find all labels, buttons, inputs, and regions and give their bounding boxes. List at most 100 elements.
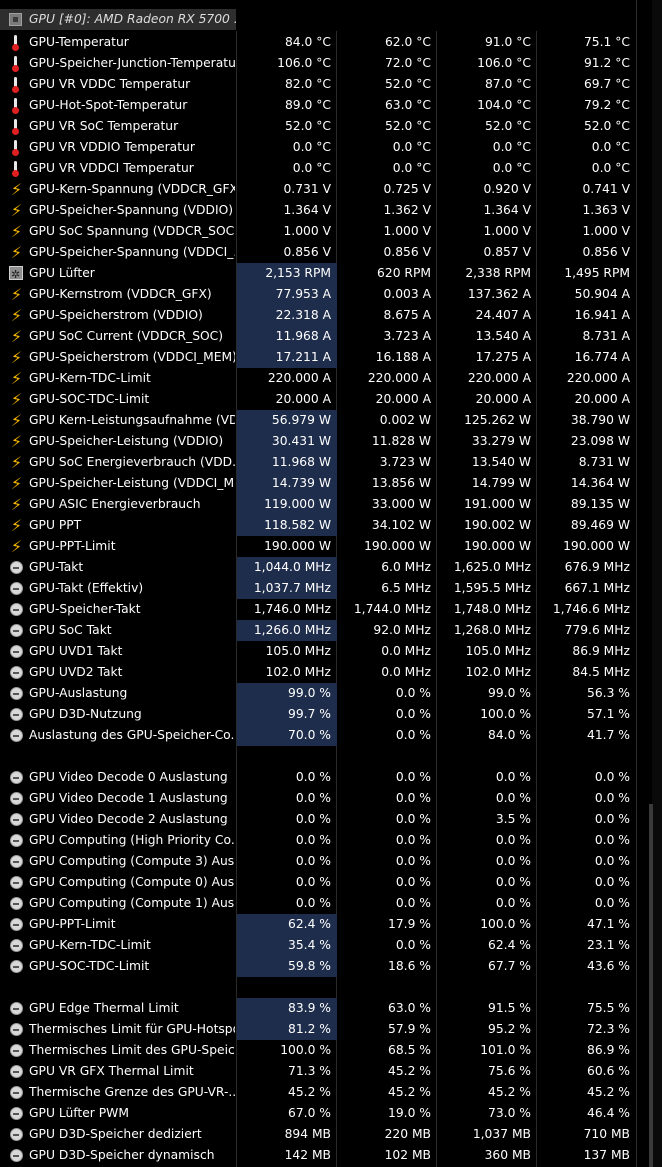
sensor-row[interactable]: ⚡ GPU-PPT-Limit 190.000 W 190.000 W 190.000 … <box>0 536 636 557</box>
sensor-row[interactable]: GPU-Speicher-Junction-Temperatur 106.0 °C… <box>0 53 636 74</box>
lightning-bolt-icon: ⚡ <box>10 495 23 514</box>
sensor-row[interactable]: ⚡ GPU SoC Current (VDDCR_SOC) 11.968 A 3.72… <box>0 326 636 347</box>
minimum-value: 0.0 MHz <box>381 665 431 679</box>
maximum-value: 62.4 % <box>488 938 531 952</box>
sensor-row[interactable]: GPU UVD2 Takt 102.0 MHz 0.0 MHz 102.0 MHz 84… <box>0 662 636 683</box>
sensor-name-cell: ⚡ GPU SoC Energieverbrauch (VDD... <box>0 452 237 473</box>
sensor-name-cell: ⚡ GPU-Speicherstrom (VDDIO) <box>0 305 237 326</box>
sensor-row[interactable]: ⚡ GPU-Speicherstrom (VDDIO) 22.318 A 8.675 … <box>0 305 636 326</box>
gpu-group-title[interactable]: GPU [#0]: AMD Radeon RX 5700 ... <box>0 9 236 30</box>
minimum-value: 52.0 °C <box>384 77 431 91</box>
minimum-value: 0.0 % <box>395 833 431 847</box>
sensor-row[interactable]: GPU-Hot-Spot-Temperatur 89.0 °C 63.0 °C 104… <box>0 95 636 116</box>
sensor-name-cell: GPU-Speicher-Junction-Temperatur <box>0 53 237 74</box>
sensor-row[interactable]: GPU Lüfter PWM 67.0 % 19.0 % 73.0 % 46.4 % <box>0 1103 636 1124</box>
current-value: 0.0 % <box>295 770 331 784</box>
maximum-value-cell: 0.0 % <box>437 851 537 872</box>
maximum-value: 191.000 W <box>464 497 531 511</box>
fan-icon <box>9 264 23 284</box>
clock-icon <box>10 1002 23 1015</box>
sensor-row[interactable]: ⚡ GPU ASIC Energieverbrauch 119.000 W 33.00… <box>0 494 636 515</box>
maximum-value-cell: 104.0 °C <box>437 95 537 116</box>
minimum-value-cell: 0.0 % <box>337 683 437 704</box>
average-value: 8.731 W <box>578 455 630 469</box>
sensor-row[interactable]: ⚡ GPU Kern-Leistungsaufnahme (VD... 56.979… <box>0 410 636 431</box>
sensor-row[interactable]: GPU Video Decode 1 Auslastung 0.0 % 0.0 % 0… <box>0 788 636 809</box>
sensor-row[interactable]: GPU VR VDDIO Temperatur 0.0 °C 0.0 °C 0.0 °… <box>0 137 636 158</box>
sensor-row[interactable]: ⚡ GPU-Kern-TDC-Limit 220.000 A 220.000 A 220… <box>0 368 636 389</box>
minimum-value-cell: 0.0 % <box>337 725 437 746</box>
sensor-label: Auslastung des GPU-Speicher-Co... <box>29 728 235 742</box>
current-value-cell: 99.0 % <box>237 683 337 704</box>
minimum-value-cell: 0.0 % <box>337 809 437 830</box>
sensor-row[interactable]: GPU VR VDDCI Temperatur 0.0 °C 0.0 °C 0.0 °… <box>0 158 636 179</box>
sensor-row[interactable]: GPU-Auslastung 99.0 % 0.0 % 99.0 % 56.3 % <box>0 683 636 704</box>
gpu-group-header[interactable]: GPU [#0]: AMD Radeon RX 5700 ... <box>0 0 636 31</box>
maximum-value-cell: 95.2 % <box>437 1019 537 1040</box>
sensor-row[interactable]: GPU-Temperatur 84.0 °C 62.0 °C 91.0 °C 75.1 … <box>0 32 636 53</box>
sensor-row[interactable]: GPU-Kern-TDC-Limit 35.4 % 0.0 % 62.4 % 23.1 … <box>0 935 636 956</box>
sensor-row[interactable]: ⚡ GPU-SOC-TDC-Limit 20.000 A 20.000 A 20.000… <box>0 389 636 410</box>
sensor-row[interactable]: GPU UVD1 Takt 105.0 MHz 0.0 MHz 105.0 MHz 86… <box>0 641 636 662</box>
maximum-value: 3.5 % <box>495 812 531 826</box>
average-value-cell: 86.9 % <box>537 1040 636 1061</box>
average-value-cell: 1,495 RPM <box>537 263 636 284</box>
maximum-value-cell: 191.000 W <box>437 494 537 515</box>
sensor-row[interactable]: GPU D3D-Speicher dediziert 894 MB 220 MB 1,… <box>0 1124 636 1145</box>
current-value-cell: 22.318 A <box>237 305 337 326</box>
sensor-row[interactable]: ⚡ GPU PPT 118.582 W 34.102 W 190.002 W 89.469… <box>0 515 636 536</box>
sensor-row[interactable]: GPU Edge Thermal Limit 83.9 % 63.0 % 91.5 %… <box>0 998 636 1019</box>
maximum-value-cell: 0.0 % <box>437 830 537 851</box>
clock-icon <box>10 624 23 637</box>
sensor-row[interactable]: ⚡ GPU SoC Spannung (VDDCR_SOC) 1.000 V 1.00… <box>0 221 636 242</box>
sensor-row[interactable]: GPU-Takt (Effektiv) 1,037.7 MHz 6.5 MHz 1,5… <box>0 578 636 599</box>
sensor-row[interactable]: ⚡ GPU-Kernstrom (VDDCR_GFX) 77.953 A 0.003 … <box>0 284 636 305</box>
current-value-cell: 20.000 A <box>237 389 337 410</box>
sensor-row[interactable]: GPU D3D-Speicher dynamisch 142 MB 102 MB 36… <box>0 1145 636 1166</box>
sensor-row[interactable]: ⚡ GPU-Speicher-Spannung (VDDIO) 1.364 V 1.3… <box>0 200 636 221</box>
sensor-row[interactable]: GPU-PPT-Limit 62.4 % 17.9 % 100.0 % 47.1 % <box>0 914 636 935</box>
sensor-row[interactable]: GPU Computing (Compute 0) Ausl... 0.0 % 0.… <box>0 872 636 893</box>
sensor-row[interactable]: GPU Computing (Compute 3) Ausl... 0.0 % 0.… <box>0 851 636 872</box>
sensor-row[interactable]: GPU VR VDDC Temperatur 82.0 °C 52.0 °C 87.0… <box>0 74 636 95</box>
column-divider <box>636 0 637 1167</box>
sensor-row[interactable]: GPU Lüfter 2,153 RPM 620 RPM 2,338 RPM 1,495… <box>0 263 636 284</box>
average-value: 0.0 % <box>594 854 630 868</box>
sensor-row[interactable]: Auslastung des GPU-Speicher-Co... 70.0 % 0… <box>0 725 636 746</box>
sensor-row[interactable]: ⚡ GPU-Speicher-Leistung (VDDIO) 30.431 W 11… <box>0 431 636 452</box>
average-value-cell: 0.0 % <box>537 851 636 872</box>
sensor-name-cell: GPU Computing (Compute 3) Ausl... <box>0 851 237 872</box>
sensor-row[interactable]: GPU VR SoC Temperatur 52.0 °C 52.0 °C 52.0 … <box>0 116 636 137</box>
sensor-name-cell: GPU SoC Takt <box>0 620 237 641</box>
vertical-scrollbar[interactable] <box>652 0 662 1167</box>
maximum-value-cell: 0.0 °C <box>437 158 537 179</box>
sensor-row[interactable]: ⚡ GPU-Kern-Spannung (VDDCR_GFX) 0.731 V 0.7… <box>0 179 636 200</box>
sensor-label: GPU Computing (Compute 0) Ausl... <box>29 875 235 889</box>
sensor-row[interactable]: GPU-Takt 1,044.0 MHz 6.0 MHz 1,625.0 MHz 676… <box>0 557 636 578</box>
sensor-row[interactable]: Thermische Grenze des GPU-VR-... 45.2 % 45… <box>0 1082 636 1103</box>
sensor-row[interactable]: GPU Computing (High Priority Co... 0.0 % 0… <box>0 830 636 851</box>
scrollbar-thumb[interactable] <box>649 804 653 1167</box>
sensor-row[interactable]: GPU Computing (Compute 1) Ausl... 0.0 % 0.… <box>0 893 636 914</box>
sensor-row[interactable]: ⚡ GPU-Speicherstrom (VDDCI_MEM) 17.211 A 16… <box>0 347 636 368</box>
sensor-row[interactable]: GPU VR GFX Thermal Limit 71.3 % 45.2 % 75.6… <box>0 1061 636 1082</box>
current-value-cell: 100.0 % <box>237 1040 337 1061</box>
lightning-bolt-icon: ⚡ <box>10 306 23 325</box>
sensor-label: GPU Computing (Compute 3) Ausl... <box>29 854 235 868</box>
sensor-row[interactable]: Thermisches Limit des GPU-Speic... 100.0 … <box>0 1040 636 1061</box>
maximum-value: 0.0 °C <box>492 161 531 175</box>
sensor-row[interactable]: GPU SoC Takt 1,266.0 MHz 92.0 MHz 1,268.0 M… <box>0 620 636 641</box>
sensor-label: GPU Computing (High Priority Co... <box>29 833 235 847</box>
sensor-row[interactable]: GPU Video Decode 0 Auslastung 0.0 % 0.0 % 0… <box>0 767 636 788</box>
sensor-row[interactable]: GPU Video Decode 2 Auslastung 0.0 % 0.0 % 3… <box>0 809 636 830</box>
sensor-row[interactable]: ⚡ GPU SoC Energieverbrauch (VDD... 11.968 … <box>0 452 636 473</box>
maximum-value: 104.0 °C <box>477 98 531 112</box>
sensor-row[interactable]: GPU-Speicher-Takt 1,746.0 MHz 1,744.0 MHz 1… <box>0 599 636 620</box>
sensor-row[interactable]: ⚡ GPU-Speicher-Spannung (VDDCI_... 0.856 V… <box>0 242 636 263</box>
sensor-row[interactable]: GPU-SOC-TDC-Limit 59.8 % 18.6 % 67.7 % 43.6 … <box>0 956 636 977</box>
sensor-row[interactable]: Thermisches Limit für GPU-Hotspot 81.2 % 5… <box>0 1019 636 1040</box>
sensor-row[interactable]: ⚡ GPU-Speicher-Leistung (VDDCI_M... 14.739… <box>0 473 636 494</box>
current-value: 67.0 % <box>288 1106 331 1120</box>
minimum-value: 0.003 A <box>383 287 431 301</box>
sensor-row[interactable]: GPU D3D-Nutzung 99.7 % 0.0 % 100.0 % 57.1 % <box>0 704 636 725</box>
